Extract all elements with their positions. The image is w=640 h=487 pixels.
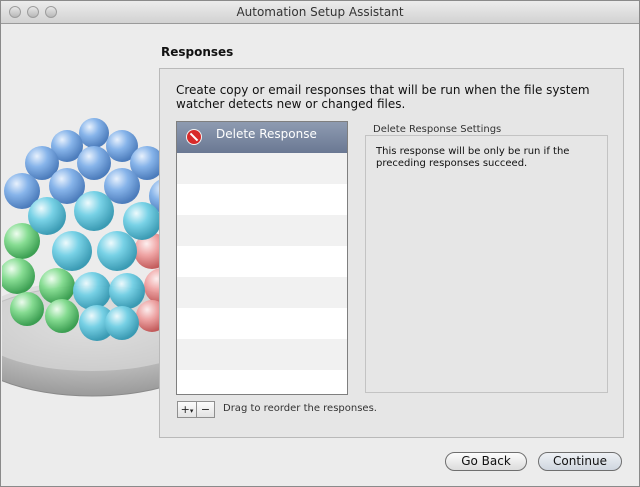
list-item-delete-response[interactable]: Delete Response (177, 122, 347, 153)
empty-list-row (177, 246, 347, 277)
delete-icon (186, 129, 202, 145)
settings-description: This response will be only be run if the… (376, 146, 570, 169)
settings-heading: Delete Response Settings (373, 124, 502, 135)
empty-list-row (177, 153, 347, 184)
remove-response-button[interactable]: − (196, 401, 215, 418)
empty-list-row (177, 370, 347, 394)
continue-button[interactable]: Continue (538, 452, 622, 471)
empty-list-row (177, 308, 347, 339)
responses-list[interactable]: Delete Response (176, 121, 348, 395)
list-item-label: Delete Response (216, 127, 317, 141)
empty-list-row (177, 215, 347, 246)
window-title: Automation Setup Assistant (236, 5, 404, 19)
response-settings-box (365, 135, 608, 393)
assistant-window: Automation Setup Assistant Responses Cre… (0, 0, 640, 487)
add-menu-indicator-icon: ▾ (189, 407, 194, 415)
empty-list-row (177, 277, 347, 308)
section-description: Create copy or email responses that will… (176, 83, 590, 111)
empty-list-row (177, 339, 347, 370)
remove-label: − (200, 403, 211, 416)
reorder-hint: Drag to reorder the responses. (223, 403, 377, 414)
section-title: Responses (161, 45, 234, 59)
add-response-button[interactable]: +▾ (177, 401, 197, 418)
empty-list-row (177, 184, 347, 215)
title-bar[interactable]: Automation Setup Assistant (1, 1, 639, 24)
go-back-button[interactable]: Go Back (445, 452, 527, 471)
add-label: + (180, 403, 190, 416)
